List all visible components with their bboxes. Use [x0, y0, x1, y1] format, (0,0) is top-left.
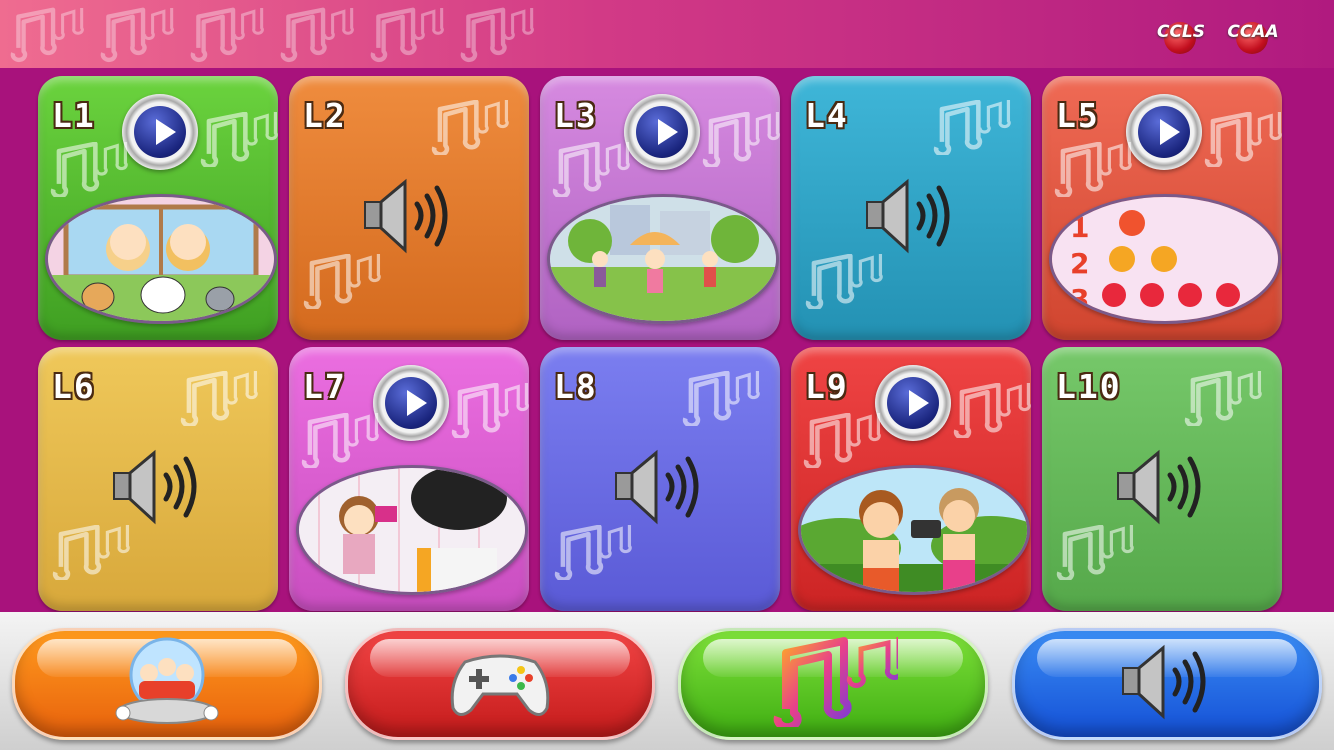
music-note-icon	[550, 142, 632, 204]
svg-text:1: 1	[1070, 211, 1089, 244]
music-note-icon	[700, 112, 780, 174]
music-note-icon	[951, 383, 1031, 445]
lesson-tile-l6[interactable]: L6	[38, 347, 278, 611]
music-note-icon	[552, 525, 634, 587]
play-icon	[156, 119, 176, 145]
music-note-icon	[1052, 142, 1134, 204]
lesson-label: L5	[1056, 96, 1100, 135]
svg-text:2: 2	[1070, 247, 1089, 280]
lesson-thumbnail	[45, 194, 277, 324]
speaker-icon	[110, 447, 206, 527]
music-note-icon	[458, 4, 536, 64]
music-note-icon	[301, 254, 383, 316]
lesson-tile-l7[interactable]: L7	[289, 347, 529, 611]
lesson-tile-l3[interactable]: L3	[540, 76, 780, 340]
music-note-icon	[1054, 525, 1136, 587]
music-note-icon	[768, 637, 904, 732]
music-note-icon	[801, 413, 883, 475]
music-note-icon	[680, 371, 762, 433]
lesson-tile-l5[interactable]: L5 1 2 3	[1042, 76, 1282, 340]
music-note-icon	[278, 4, 356, 64]
music-note-icon	[429, 100, 511, 162]
play-button[interactable]	[373, 365, 449, 441]
speaker-icon	[612, 447, 708, 527]
music-note-icon	[1182, 371, 1264, 433]
lesson-label: L2	[303, 96, 347, 135]
ccls-logo: CCLS	[1150, 22, 1212, 56]
lesson-label: L6	[52, 367, 96, 406]
lesson-label: L10	[1056, 367, 1122, 406]
sound-button[interactable]	[1012, 628, 1322, 740]
play-icon	[909, 390, 929, 416]
lesson-thumbnail	[296, 465, 528, 595]
lesson-grid: L1 L2 L3 L4 L5 1 2 3 L6 L7 L8 L9 L10	[38, 76, 1284, 611]
speaker-icon	[863, 176, 959, 256]
lesson-label: L9	[805, 367, 849, 406]
brand-logos: CCLS CCAA	[1150, 22, 1284, 56]
lesson-label: L1	[52, 96, 96, 135]
lesson-tile-l9[interactable]: L9	[791, 347, 1031, 611]
music-note-icon	[803, 254, 885, 316]
speaker-icon	[361, 176, 457, 256]
lesson-tile-l1[interactable]: L1	[38, 76, 278, 340]
play-icon	[1160, 119, 1180, 145]
lesson-tile-l10[interactable]: L10	[1042, 347, 1282, 611]
lesson-thumbnail	[547, 194, 779, 324]
play-icon	[407, 390, 427, 416]
play-button[interactable]	[122, 94, 198, 170]
kids-globe-icon	[107, 633, 227, 735]
music-notes-decoration	[8, 4, 536, 64]
gamepad-icon	[445, 642, 555, 726]
games-button[interactable]	[345, 628, 655, 740]
lesson-thumbnail	[798, 465, 1030, 595]
music-button[interactable]	[678, 628, 988, 740]
play-button[interactable]	[624, 94, 700, 170]
music-note-icon	[1202, 112, 1282, 174]
music-note-icon	[931, 100, 1013, 162]
lesson-label: L4	[805, 96, 849, 135]
music-note-icon	[48, 142, 130, 204]
lesson-tile-l4[interactable]: L4	[791, 76, 1031, 340]
top-banner: CCLS CCAA	[0, 0, 1334, 68]
ccaa-logo: CCAA	[1222, 22, 1284, 56]
play-button[interactable]	[1126, 94, 1202, 170]
lesson-label: L7	[303, 367, 347, 406]
play-button[interactable]	[875, 365, 951, 441]
music-note-icon	[299, 413, 381, 475]
lesson-label: L3	[554, 96, 598, 135]
lesson-tile-l8[interactable]: L8	[540, 347, 780, 611]
lesson-tile-l2[interactable]: L2	[289, 76, 529, 340]
speaker-icon	[1119, 642, 1215, 726]
play-icon	[658, 119, 678, 145]
music-note-icon	[178, 371, 260, 433]
music-note-icon	[188, 4, 266, 64]
music-note-icon	[98, 4, 176, 64]
speaker-icon	[1114, 447, 1210, 527]
music-note-icon	[50, 525, 132, 587]
lesson-thumbnail: 1 2 3	[1049, 194, 1281, 324]
music-note-icon	[449, 383, 529, 445]
music-note-icon	[8, 4, 86, 64]
home-button[interactable]	[12, 628, 322, 740]
music-note-icon	[368, 4, 446, 64]
svg-text:3: 3	[1070, 283, 1089, 316]
music-note-icon	[198, 112, 278, 174]
lesson-label: L8	[554, 367, 598, 406]
